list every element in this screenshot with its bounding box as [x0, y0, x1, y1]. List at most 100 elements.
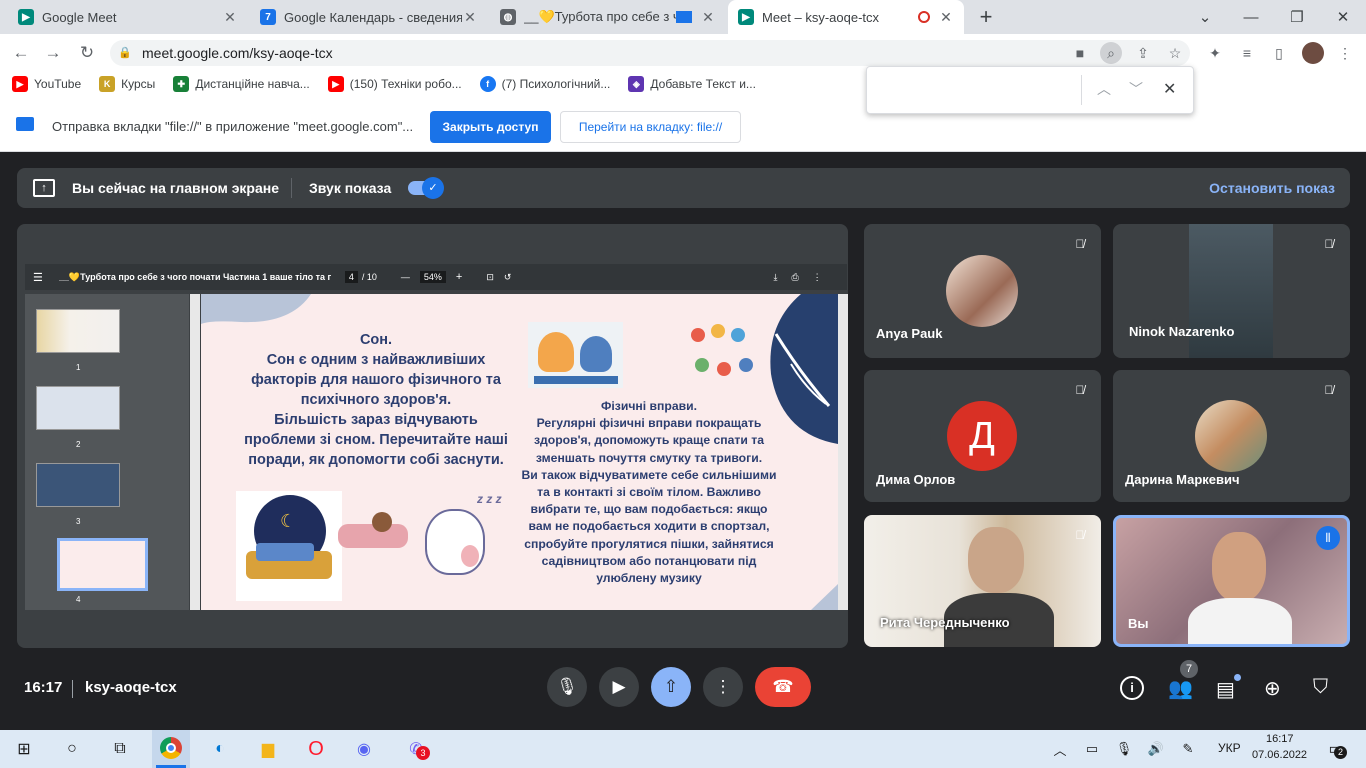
stop-sharing-button[interactable]: Закрыть доступ [430, 111, 551, 143]
go-to-tab-button[interactable]: Перейти на вкладку: file:// [560, 111, 741, 143]
leave-call-button[interactable]: ☎ [755, 667, 811, 707]
google-calendar-icon: 7 [260, 9, 276, 25]
moon-icon: ☾ [280, 511, 297, 531]
bookmark-youtube[interactable]: ▶ YouTube [12, 76, 81, 92]
volume-icon[interactable]: 🔊 [1142, 735, 1170, 763]
maximize-button[interactable]: ❐ [1274, 0, 1320, 34]
participant-tile-anya[interactable]: 🎙̸ Anya Pauk [864, 224, 1101, 358]
bookmark-techniques[interactable]: ▶ (150) Техніки робо... [327, 76, 462, 92]
side-panel-icon[interactable]: ▯ [1268, 42, 1290, 64]
participant-tile-ninok[interactable]: 🎙̸ Ninok Nazarenko [1113, 224, 1350, 358]
tab-google-calendar[interactable]: 7 Google Календарь - сведения о... ✕ [250, 0, 488, 34]
participant-tile-daryna[interactable]: 🎙̸ Дарина Маркевич [1113, 370, 1350, 502]
tab-pdf[interactable]: ◍ __💛Турбота про себе з чо... ✕ [490, 0, 726, 34]
close-window-button[interactable]: ✕ [1320, 0, 1366, 34]
forward-button[interactable]: → [42, 42, 64, 64]
thumbnail-4-selected[interactable] [57, 538, 148, 591]
pen-icon[interactable]: ✎ [1174, 735, 1202, 763]
mic-muted-icon: 🎙̸ [1324, 383, 1334, 397]
discord-icon[interactable]: ◉ [350, 735, 378, 763]
present-button[interactable]: ⇧ [651, 667, 691, 707]
zoom-level[interactable]: 54% [419, 271, 446, 283]
tab-search-button[interactable]: ⌄ [1182, 0, 1228, 34]
profile-avatar[interactable] [1302, 42, 1324, 64]
host-controls-icon[interactable]: ⛉ [1313, 676, 1328, 699]
close-icon[interactable]: ✕ [462, 9, 478, 26]
find-input[interactable] [875, 77, 1075, 103]
menu-icon[interactable]: ☰ [33, 271, 43, 284]
more-icon[interactable]: ⋮ [813, 272, 822, 283]
presentation-bar: ↑ Вы сейчас на главном экране Звук показ… [17, 168, 1350, 208]
edge-icon[interactable]: ◐ [206, 735, 234, 763]
zoom-out-icon[interactable]: — [401, 272, 410, 282]
person-head [1212, 532, 1266, 602]
menu-icon[interactable]: ⋮ [1334, 42, 1356, 64]
minimize-button[interactable]: — [1228, 0, 1274, 34]
print-icon[interactable]: ⎙ [791, 272, 798, 283]
windows-start-icon[interactable]: ⊞ [10, 735, 38, 763]
participant-name: Вы [1128, 616, 1149, 631]
thumbnail-3[interactable] [36, 463, 120, 507]
activities-icon[interactable]: ⊕ [1264, 676, 1281, 701]
file-explorer-icon[interactable]: ▆ [254, 735, 282, 763]
find-icon[interactable]: ⌕ [1100, 42, 1122, 64]
microphone-tray-icon[interactable]: 🎙 [1110, 735, 1138, 763]
people-icon[interactable]: 👥 [1168, 676, 1193, 701]
pdf-scrollbar[interactable] [838, 294, 848, 610]
battery-icon[interactable]: ▭ [1078, 735, 1106, 763]
fit-page-icon[interactable]: ⊡ [486, 272, 494, 283]
mic-muted-icon: 🎙̸ [1075, 528, 1085, 542]
bookmark-psych[interactable]: f (7) Психологічний... [479, 76, 610, 92]
chrome-taskbar-item[interactable] [152, 730, 190, 768]
thumbnail-2[interactable] [36, 386, 120, 430]
url-text[interactable]: meet.google.com/ksy-aoqe-tcx [142, 45, 333, 61]
bookmark-courses[interactable]: K Курсы [99, 76, 155, 92]
show-hidden-icon[interactable]: ︿ [1046, 735, 1074, 763]
media-control-icon[interactable]: ≡ [1236, 42, 1258, 64]
person-head [968, 527, 1024, 593]
thumbnail-1[interactable] [36, 309, 120, 353]
search-icon[interactable]: ○ [58, 735, 86, 763]
share-icon[interactable]: ⇪ [1132, 42, 1154, 64]
bookmark-add-text[interactable]: ◈ Добавьте Текст и... [628, 76, 756, 92]
participant-tile-rita[interactable]: 🎙̸ Рита Чередныченко [864, 515, 1101, 647]
info-icon[interactable]: i [1120, 676, 1144, 700]
mic-muted-icon: 🎙̸ [1324, 237, 1334, 251]
new-tab-button[interactable]: + [974, 5, 998, 29]
zoom-in-icon[interactable]: + [456, 271, 462, 283]
find-close-icon[interactable]: ✕ [1163, 79, 1176, 99]
find-prev-icon[interactable]: ︿ [1097, 79, 1111, 99]
more-options-button[interactable]: ⋮ [703, 667, 743, 707]
clock-time[interactable]: 16:17 [1266, 733, 1294, 745]
pdf-scrollbar-left[interactable] [190, 294, 200, 610]
find-next-icon[interactable]: ﹀ [1129, 79, 1143, 99]
stop-presenting-button[interactable]: Остановить показ [1209, 180, 1335, 196]
page-input[interactable]: 4 [344, 271, 358, 283]
opera-icon[interactable]: O [302, 735, 330, 763]
close-icon[interactable]: ✕ [222, 9, 238, 26]
task-view-icon[interactable]: ⧉ [106, 735, 134, 763]
language-indicator[interactable]: УКР [1218, 741, 1241, 755]
reload-button[interactable]: ↻ [76, 42, 98, 64]
camera-icon[interactable]: ■ [1069, 42, 1091, 64]
bookmark-star-icon[interactable]: ☆ [1164, 42, 1186, 64]
participant-tile-dima[interactable]: Д 🎙̸ Дима Орлов [864, 370, 1101, 502]
rotate-icon[interactable]: ↺ [504, 272, 512, 283]
camera-button[interactable]: ▶ [599, 667, 639, 707]
close-icon[interactable]: ✕ [938, 9, 954, 26]
share-audio-toggle[interactable]: ✓ [408, 177, 444, 199]
close-icon[interactable]: ✕ [700, 9, 716, 26]
download-icon[interactable]: ⤓ [773, 272, 777, 283]
present-icon: ⇧ [663, 677, 679, 696]
present-icon: ↑ [33, 179, 55, 197]
back-button[interactable]: ← [10, 42, 32, 64]
participant-tile-you[interactable]: ⦀ Вы [1113, 515, 1350, 647]
tab-meet-active[interactable]: ▶ Meet – ksy-aoqe-tcx ✕ [728, 0, 964, 34]
tab-google-meet[interactable]: ▶ Google Meet ✕ [8, 0, 248, 34]
bookmark-distance[interactable]: ✚ Дистанційне навча... [173, 76, 310, 92]
clock-date[interactable]: 07.06.2022 [1252, 749, 1307, 761]
chat-icon[interactable]: ▤ [1216, 677, 1235, 702]
extensions-icon[interactable]: ✦ [1204, 42, 1226, 64]
camera-icon: ▶ [612, 677, 626, 696]
mic-button[interactable]: 🎙 [547, 667, 587, 707]
